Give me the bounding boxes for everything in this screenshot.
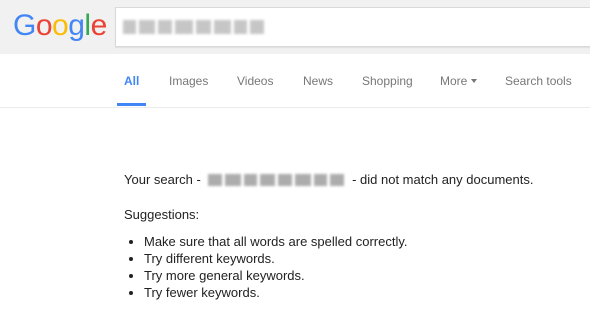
google-logo[interactable]: Google bbox=[13, 9, 107, 43]
logo-letter: e bbox=[90, 9, 108, 42]
tab-videos[interactable]: Videos bbox=[237, 74, 273, 88]
message-prefix: Your search - bbox=[124, 172, 201, 187]
blurred-query-inline bbox=[208, 173, 345, 186]
tab-more[interactable]: More bbox=[440, 74, 478, 88]
top-header: Google bbox=[0, 0, 590, 54]
logo-letter: g bbox=[68, 9, 85, 42]
tab-shopping[interactable]: Shopping bbox=[362, 74, 413, 88]
suggestion-item: Try more general keywords. bbox=[144, 267, 407, 284]
logo-letter: o bbox=[52, 9, 69, 42]
tab-news[interactable]: News bbox=[303, 74, 333, 88]
active-tab-indicator bbox=[117, 103, 146, 106]
search-input[interactable] bbox=[115, 7, 590, 47]
tab-all[interactable]: All bbox=[124, 74, 139, 88]
logo-letter: o bbox=[35, 9, 53, 42]
message-suffix: - did not match any documents. bbox=[352, 172, 534, 187]
suggestion-item: Try different keywords. bbox=[144, 250, 407, 267]
tab-search-tools[interactable]: Search tools bbox=[505, 74, 572, 88]
blurred-query-text bbox=[123, 20, 264, 34]
no-results-message: Your search - - did not match any docume… bbox=[124, 172, 533, 187]
logo-letter: G bbox=[13, 9, 36, 42]
suggestions-list: Make sure that all words are spelled cor… bbox=[124, 233, 407, 301]
caret-down-icon bbox=[471, 78, 478, 83]
suggestion-item: Make sure that all words are spelled cor… bbox=[144, 233, 407, 250]
tab-more-label: More bbox=[440, 74, 468, 88]
suggestions-title: Suggestions: bbox=[124, 207, 200, 222]
tab-images[interactable]: Images bbox=[169, 74, 208, 88]
search-tabs: All Images Videos News Shopping More Sea… bbox=[0, 54, 590, 108]
suggestion-item: Try fewer keywords. bbox=[144, 284, 407, 301]
